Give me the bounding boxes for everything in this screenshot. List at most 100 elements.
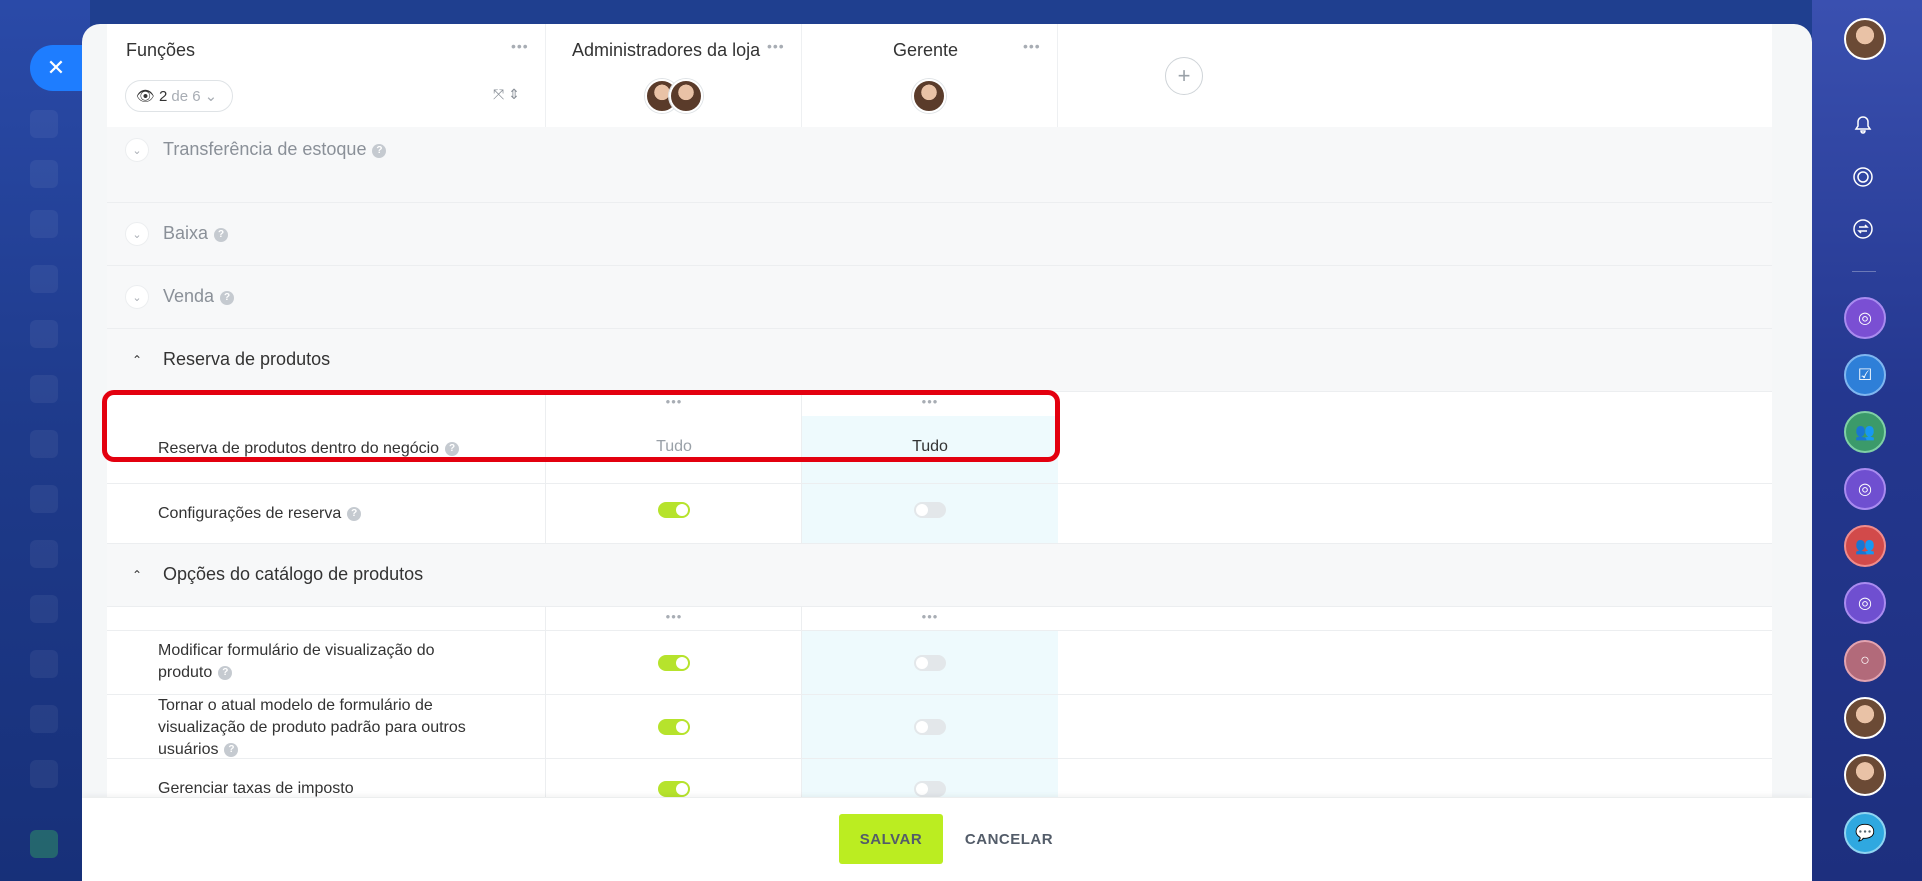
manager-avatars	[912, 79, 946, 113]
help-icon[interactable]: ?	[347, 507, 362, 521]
help-icon[interactable]: ?	[372, 144, 387, 158]
section-row-reservation[interactable]: ⌃ Reserva de produtos	[107, 329, 1772, 392]
manager-permission-cell	[801, 695, 1058, 758]
chevron-up-icon[interactable]: ⌃	[125, 563, 149, 587]
copilot-icon[interactable]	[1844, 158, 1882, 196]
section-label: Transferência de estoque?	[163, 139, 387, 160]
manager-column-actions: •••	[801, 607, 1058, 630]
user-avatar[interactable]	[1844, 18, 1886, 60]
column-actions-row: ••• •••	[107, 607, 1772, 631]
admin-role-title: Administradores da loja	[572, 40, 761, 60]
channel-icon[interactable]: ◎	[1844, 468, 1886, 510]
background-left	[0, 0, 90, 881]
eye-icon: 👁	[136, 88, 156, 105]
permission-toggle[interactable]	[914, 502, 946, 518]
manager-permission-cell	[801, 631, 1058, 694]
section-row-transfer[interactable]: ⌄ Transferência de estoque?	[107, 127, 1772, 203]
section-label: Baixa?	[163, 223, 229, 244]
section-row-catalog[interactable]: ⌃ Opções do catálogo de produtos	[107, 544, 1772, 607]
group-chat-icon[interactable]: 👥	[1844, 411, 1886, 453]
help-icon[interactable]: ?	[214, 228, 229, 242]
right-rail: ◎ ☑ 👥 ◎ 👥 ◎ ○ 💬	[1812, 0, 1922, 881]
ghost-icon	[30, 830, 58, 858]
chevron-down-icon[interactable]: ⌄	[125, 138, 149, 162]
message-icon[interactable]: 💬	[1844, 812, 1886, 854]
rail-divider	[1852, 271, 1876, 272]
chevron-down-icon[interactable]: ⌄	[125, 285, 149, 309]
chevron-down-icon[interactable]: ⌄	[125, 222, 149, 246]
more-icon[interactable]: •••	[802, 394, 1058, 409]
permission-label: Reserva de produtos dentro do negócio?	[158, 438, 488, 460]
ghost-icon	[30, 210, 58, 238]
section-label: Reserva de produtos	[163, 349, 331, 369]
manager-permission-cell	[801, 759, 1058, 797]
role-filter-total: de 6	[171, 87, 201, 105]
avatar	[912, 79, 946, 113]
permission-toggle[interactable]	[914, 655, 946, 671]
admin-avatars	[645, 79, 703, 113]
permission-row-default-form: Tornar o atual modelo de formulário de v…	[107, 695, 1772, 759]
help-icon[interactable]: ?	[445, 442, 460, 456]
permission-toggle[interactable]	[658, 655, 690, 671]
add-role-button[interactable]: +	[1165, 57, 1203, 95]
permission-label: Modificar formulário de visualização do …	[158, 642, 435, 681]
permission-toggle[interactable]	[658, 719, 690, 735]
section-row-write-off[interactable]: ⌄ Baixa?	[107, 203, 1772, 266]
help-icon[interactable]: ?	[220, 291, 235, 305]
manager-column-actions: •••	[801, 392, 1058, 416]
avatar	[669, 79, 703, 113]
manager-header-cell: Gerente •••	[801, 24, 1058, 127]
bell-icon[interactable]	[1844, 106, 1882, 144]
role-filter-count: 2	[159, 87, 168, 105]
permission-label: Gerenciar taxas de imposto	[158, 780, 354, 797]
more-icon[interactable]: •••	[546, 394, 802, 409]
permission-value[interactable]: Tudo	[546, 438, 802, 458]
role-filter-chip[interactable]: 👁 2 de 6 ⌄	[125, 80, 233, 112]
contact-avatar[interactable]	[1844, 754, 1886, 796]
close-slider-button[interactable]: ✕	[30, 45, 82, 91]
admin-header-cell: Administradores da loja •••	[545, 24, 802, 127]
chevron-up-icon[interactable]: ⌃	[125, 348, 149, 372]
functions-more-icon[interactable]: •••	[511, 38, 529, 54]
open-channel-icon[interactable]: ◎	[1844, 582, 1886, 624]
permission-row-modify-form: Modificar formulário de visualização do …	[107, 631, 1772, 695]
circle-icon[interactable]: ○	[1844, 640, 1886, 682]
section-label: Venda?	[163, 286, 235, 307]
ghost-icon	[30, 320, 58, 348]
more-icon[interactable]: •••	[802, 609, 1058, 624]
ghost-icon	[30, 705, 58, 733]
expand-collapse-icons[interactable]: ⤧⇕	[493, 86, 524, 103]
cancel-button[interactable]: CANCELAR	[959, 814, 1059, 864]
section-label: Opções do catálogo de produtos	[163, 564, 424, 584]
ghost-icon	[30, 485, 58, 513]
manager-more-icon[interactable]: •••	[1023, 38, 1041, 54]
admin-more-icon[interactable]: •••	[767, 38, 785, 54]
tasks-icon[interactable]: ☑	[1844, 354, 1886, 396]
help-icon[interactable]: ?	[224, 743, 239, 757]
team-chat-icon[interactable]: 👥	[1844, 525, 1886, 567]
contact-avatar[interactable]	[1844, 697, 1886, 739]
permission-value[interactable]: Tudo	[802, 438, 1058, 458]
more-icon[interactable]: •••	[546, 609, 802, 624]
help-icon[interactable]: ?	[218, 666, 233, 680]
sync-icon[interactable]	[1844, 210, 1882, 248]
save-button[interactable]: SALVAR	[839, 814, 943, 864]
permission-toggle[interactable]	[658, 502, 690, 518]
admin-column-actions: •••	[545, 607, 802, 630]
chat-group-icon[interactable]: ◎	[1844, 297, 1886, 339]
ghost-icon	[30, 540, 58, 568]
footer-bar: SALVAR CANCELAR	[82, 798, 1812, 881]
permission-toggle[interactable]	[914, 781, 946, 797]
admin-permission-cell: Tudo	[545, 416, 802, 483]
permission-toggle[interactable]	[914, 719, 946, 735]
permission-toggle[interactable]	[658, 781, 690, 797]
ghost-icon	[30, 160, 58, 188]
ghost-icon	[30, 650, 58, 678]
ghost-icon	[30, 760, 58, 788]
ghost-icon	[30, 110, 58, 138]
section-row-sale[interactable]: ⌄ Venda?	[107, 266, 1772, 329]
permission-label: Tornar o atual modelo de formulário de v…	[158, 697, 466, 758]
admin-permission-cell	[545, 695, 802, 758]
permission-row-reserve-in-deal: Reserva de produtos dentro do negócio? T…	[107, 416, 1772, 484]
chevron-down-icon: ⌄	[204, 88, 218, 105]
